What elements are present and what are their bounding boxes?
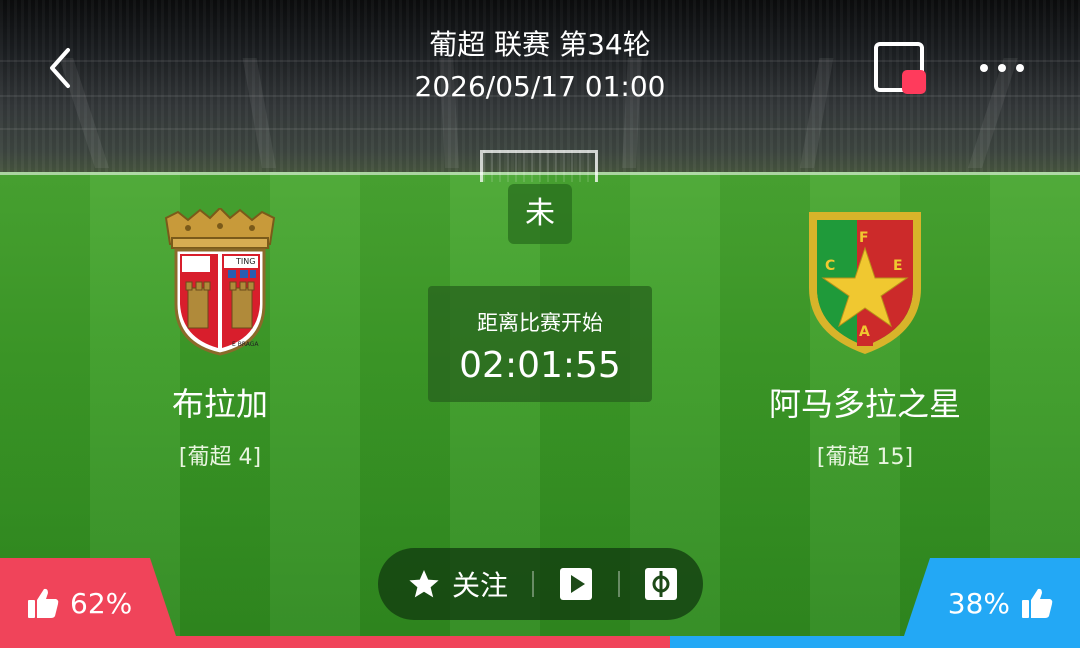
action-bar: 关注 [378,548,703,620]
more-options-button[interactable] [972,56,1032,80]
pitch-view-button[interactable] [620,548,703,620]
follow-button[interactable]: 关注 [378,548,532,620]
thumbs-up-icon [28,588,59,618]
vote-away-percent: 38% [947,586,1010,620]
home-team-name: 布拉加 [171,385,268,423]
svg-text:TING: TING [235,257,255,266]
match-datetime: 2026/05/17 01:00 [414,70,666,103]
play-icon [559,568,592,600]
vote-home-percent: 62% [70,586,133,620]
vote-home-button[interactable]: 62% [0,558,180,648]
screen-record-button[interactable] [872,40,930,96]
away-team[interactable]: F C E A 阿马多拉之星 [葡超 15] [700,208,1030,472]
svg-text:E: E [893,258,903,274]
match-status-badge: 未 [508,184,572,244]
svg-text:C: C [825,258,835,274]
home-team-rank: [葡超 4] [178,445,262,470]
estrela-amadora-crest-logo: F C E A [809,212,921,354]
svg-text:A: A [859,324,870,340]
svg-text:F: F [859,230,869,246]
braga-crest-logo: TING E BRAGA [164,208,276,356]
more-dots-icon [980,64,988,72]
back-button[interactable] [42,44,78,92]
goal-net [480,150,598,182]
play-button[interactable] [534,548,617,620]
league-round-title: 葡超 联赛 第34轮 [429,28,651,61]
home-team[interactable]: TING E BRAGA 布拉加 [葡超 4] [120,208,320,472]
record-dot [902,70,926,94]
chevron-left-icon [50,48,70,88]
away-team-rank: [葡超 15] [816,445,914,470]
follow-label: 关注 [452,569,509,602]
star-icon [409,570,439,598]
countdown-timer: 02:01:55 [459,345,621,386]
countdown-panel: 距离比赛开始 02:01:55 [428,286,652,402]
vote-away-button[interactable]: 38% [900,558,1080,648]
pitch-icon [645,568,678,600]
svg-text:E BRAGA: E BRAGA [232,341,259,348]
away-team-name: 阿马多拉之星 [768,385,961,423]
countdown-label: 距离比赛开始 [477,311,603,335]
thumbs-up-icon [1022,588,1053,618]
